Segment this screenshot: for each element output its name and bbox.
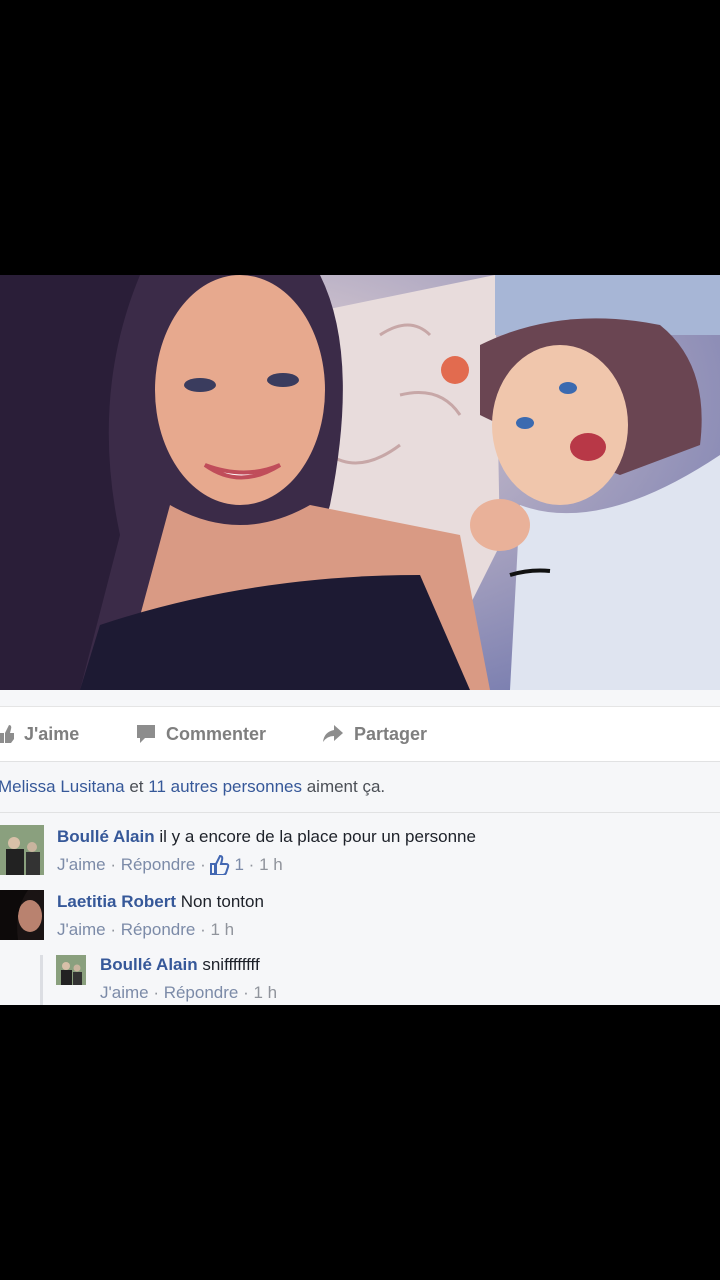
comment-like-count[interactable]: 1 <box>234 855 243 875</box>
avatar[interactable] <box>0 890 44 940</box>
likes-conj: et <box>124 777 149 796</box>
reply-like-link[interactable]: J'aime <box>100 983 149 1003</box>
comment-meta: J'aime · Répondre · 1 · 1 h <box>57 855 283 875</box>
likes-suffix: aiment ça. <box>301 777 386 796</box>
avatar[interactable] <box>0 825 44 875</box>
meta-separator: · <box>105 855 121 874</box>
avatar[interactable] <box>56 955 86 985</box>
comment-time[interactable]: 1 h <box>210 920 234 940</box>
comment-body: Laetitia Robert Non tonton <box>57 892 264 912</box>
like-button-label: J'aime <box>24 723 80 744</box>
meta-separator: · <box>148 983 164 1002</box>
reply-thread-line <box>40 955 43 1005</box>
likes-summary: Melissa Lusitana et 11 autres personnes … <box>0 762 720 813</box>
avatar-image <box>56 955 86 985</box>
comment-reply-link[interactable]: Répondre <box>121 920 196 940</box>
thumbs-up-icon <box>0 725 14 743</box>
comment-like-link[interactable]: J'aime <box>57 920 106 940</box>
reply-meta: J'aime · Répondre · 1 h <box>100 983 277 1003</box>
post-photo[interactable] <box>0 275 720 690</box>
reply-time[interactable]: 1 h <box>253 983 277 1003</box>
comment-button-label: Commenter <box>166 723 267 744</box>
comment-body: Boullé Alain il y a encore de la place p… <box>57 827 476 847</box>
like-button[interactable]: J'aime <box>0 707 79 761</box>
avatar-image <box>0 825 44 875</box>
comment-text: il y a encore de la place pour un person… <box>154 827 476 846</box>
thumbs-up-outline-icon <box>210 855 230 875</box>
reply-reply-link[interactable]: Répondre <box>164 983 239 1003</box>
meta-separator: · <box>195 920 211 939</box>
comment-meta: J'aime · Répondre · 1 h <box>57 920 234 940</box>
reply-author-link[interactable]: Boullé Alain <box>100 955 198 974</box>
comment-icon <box>137 725 155 743</box>
reply-text: sniffffffff <box>197 955 260 974</box>
comment-time[interactable]: 1 h <box>259 855 283 875</box>
avatar-image <box>0 890 44 940</box>
meta-separator: · <box>105 920 121 939</box>
share-button[interactable]: Partager <box>322 707 427 761</box>
other-likers-link[interactable]: 11 autres personnes <box>148 777 302 797</box>
selfie-illustration <box>0 275 720 690</box>
meta-separator: · <box>195 855 211 874</box>
action-bar: J'aime Commenter Partager <box>0 706 720 762</box>
reply-body: Boullé Alain sniffffffff <box>100 955 260 975</box>
share-button-label: Partager <box>354 723 428 744</box>
comment-text: Non tonton <box>176 892 264 911</box>
comment-author-link[interactable]: Laetitia Robert <box>57 892 176 911</box>
comment-author-link[interactable]: Boullé Alain <box>57 827 155 846</box>
comment-like-link[interactable]: J'aime <box>57 855 106 875</box>
comment-reply-link[interactable]: Répondre <box>121 855 196 875</box>
meta-separator: · <box>243 855 260 874</box>
liker-name-link[interactable]: Melissa Lusitana <box>0 777 125 797</box>
meta-separator: · <box>238 983 254 1002</box>
share-arrow-icon <box>323 725 343 742</box>
comment-button[interactable]: Commenter <box>136 707 266 761</box>
